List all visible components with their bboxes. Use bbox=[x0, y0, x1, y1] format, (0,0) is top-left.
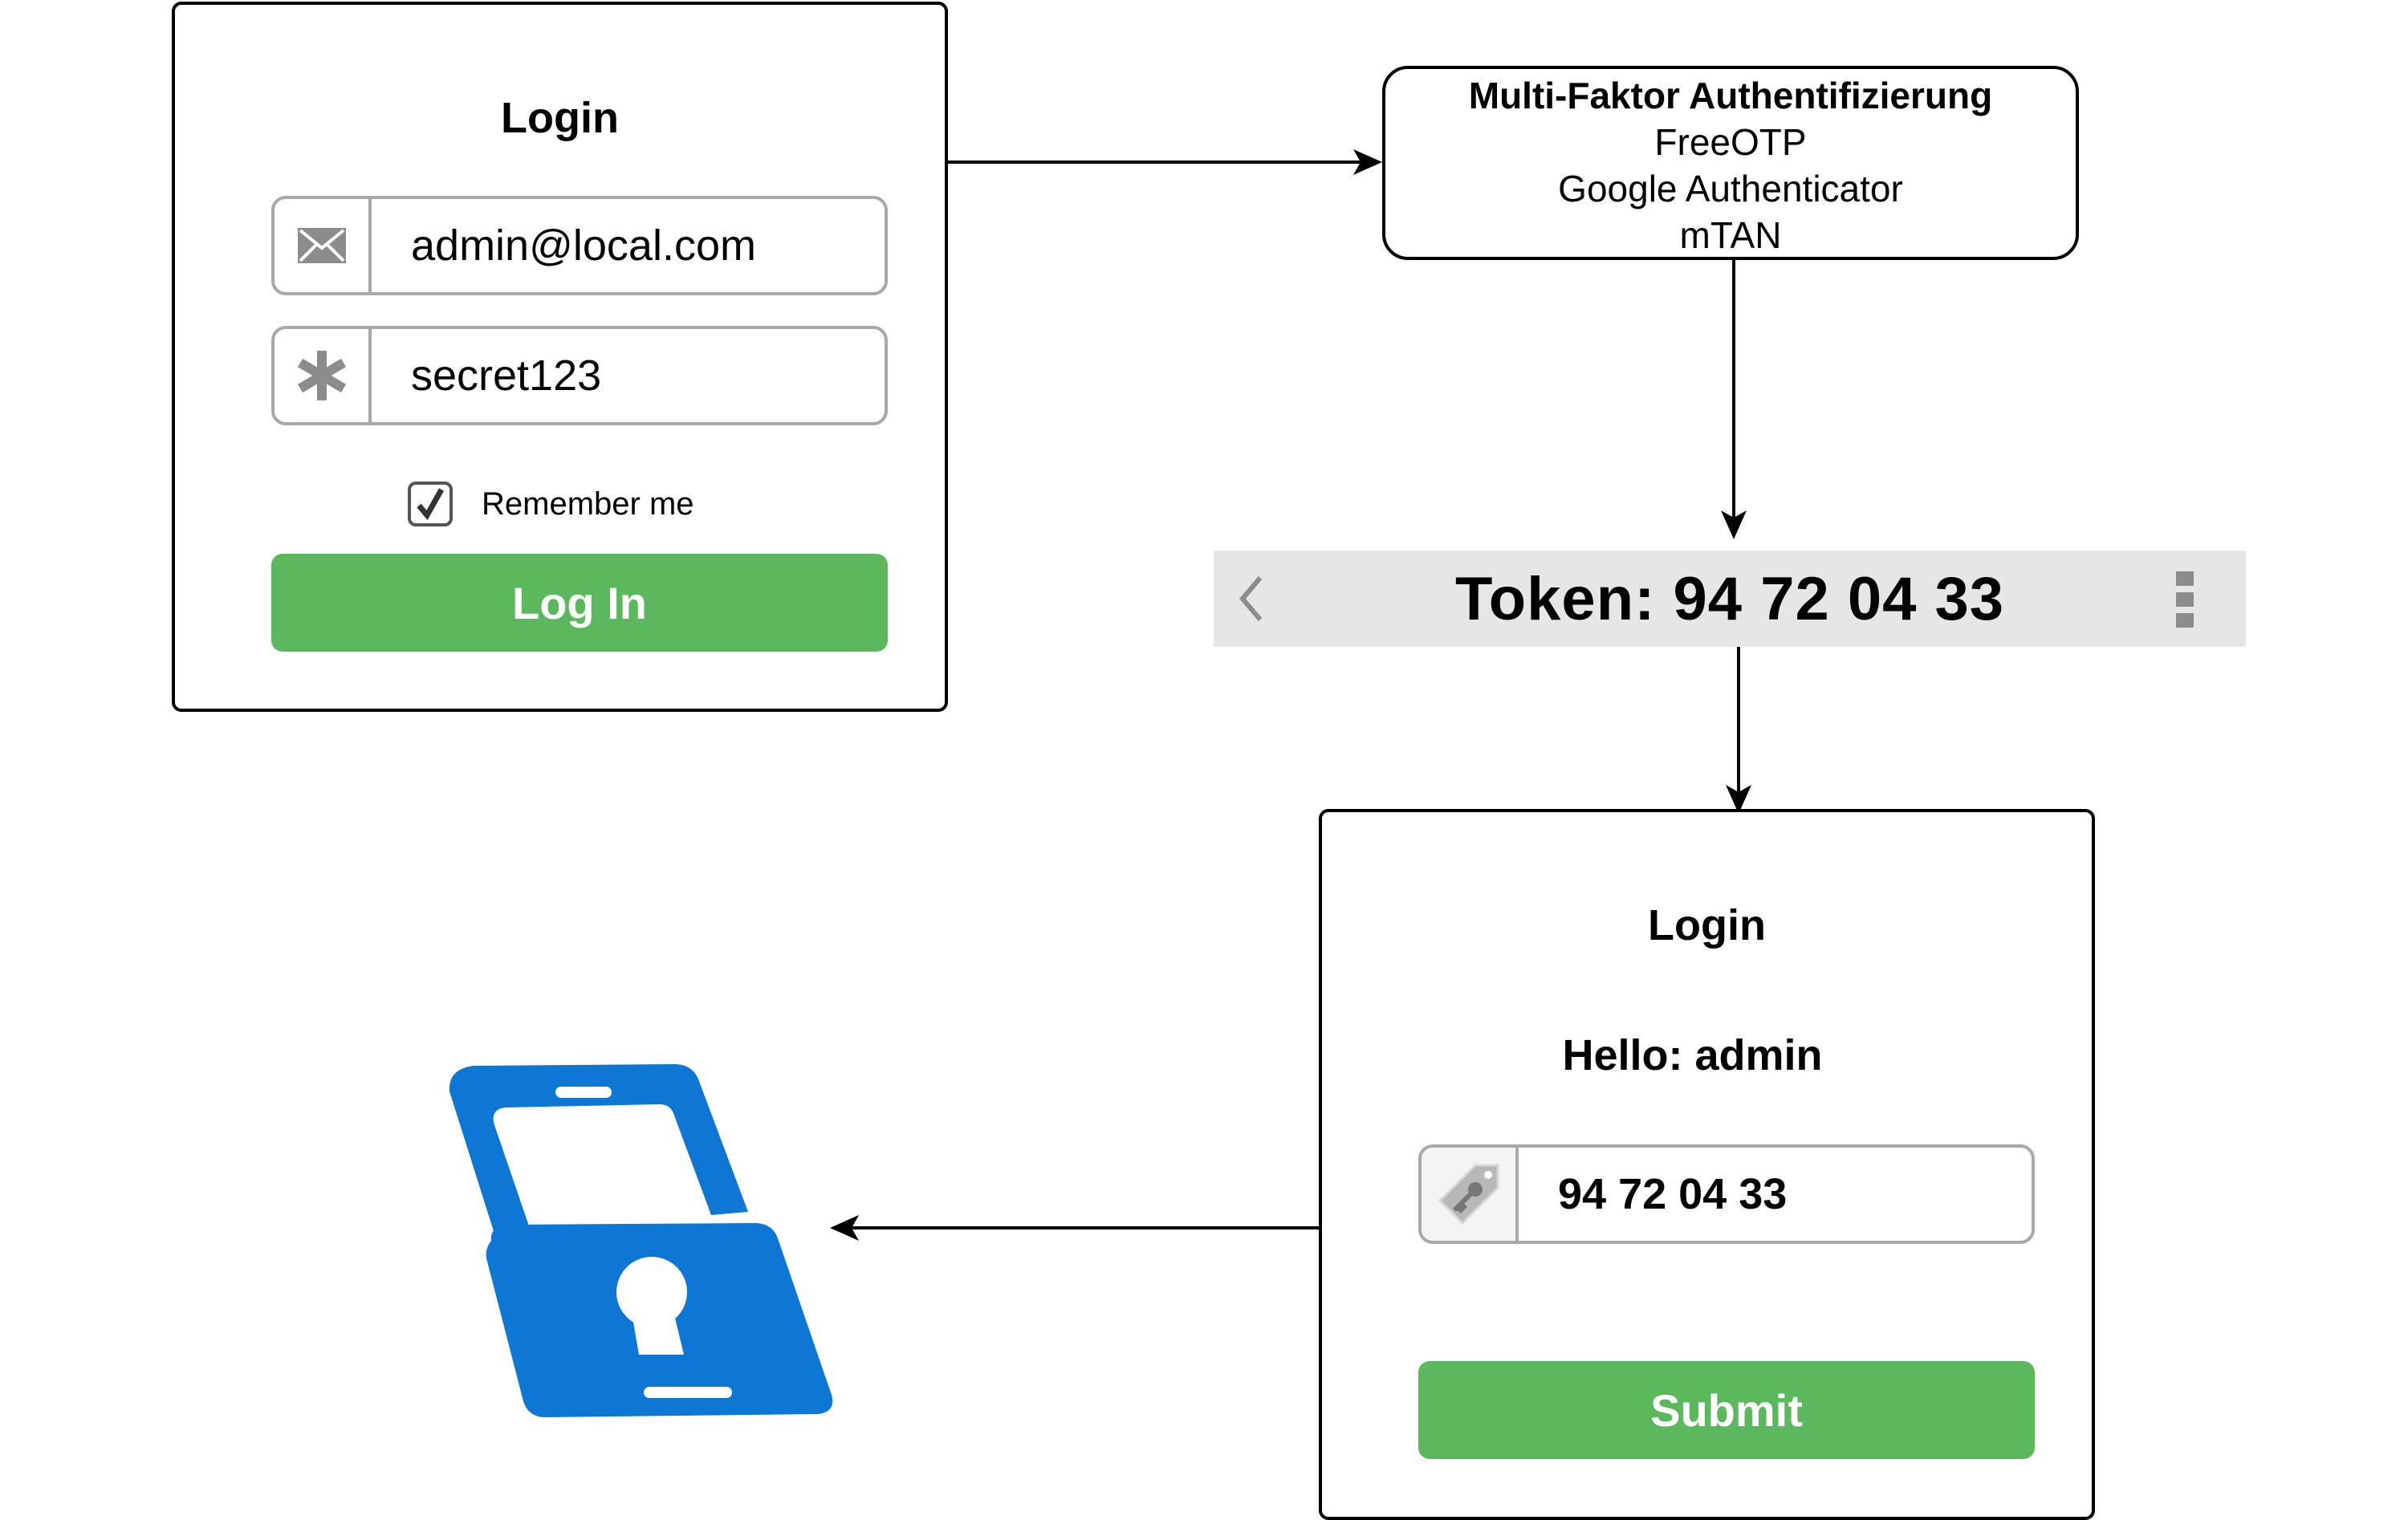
token-input-field[interactable]: 94 72 04 33 bbox=[1418, 1144, 2035, 1244]
password-icon-cell bbox=[275, 329, 372, 422]
token-icon-cell bbox=[1422, 1148, 1519, 1241]
login-button[interactable]: Log In bbox=[271, 554, 888, 652]
login-card: Login admin@local.com secret123 Remember… bbox=[172, 2, 948, 712]
token-bar: Token: 94 72 04 33 bbox=[1214, 551, 2246, 647]
remember-label: Remember me bbox=[482, 486, 694, 522]
second-login-card: Login Hello: admin 94 72 04 33 Submit bbox=[1319, 809, 2095, 1520]
greeting-text: Hello: admin bbox=[1562, 1031, 1823, 1079]
open-padlock-icon bbox=[449, 1064, 833, 1417]
remember-checkbox[interactable] bbox=[408, 482, 453, 526]
key-tag-icon bbox=[1438, 1164, 1499, 1225]
token-text: Token: 94 72 04 33 bbox=[1454, 564, 2005, 633]
mfa-option-google-authenticator: Google Authenticator bbox=[1558, 168, 1903, 209]
arrow-mfa-to-token bbox=[1721, 260, 1747, 539]
email-icon-cell bbox=[275, 199, 372, 292]
password-field[interactable]: secret123 bbox=[271, 326, 888, 425]
arrow-token-to-second-login bbox=[1726, 647, 1751, 814]
kebab-menu-icon[interactable] bbox=[2174, 570, 2195, 629]
envelope-icon bbox=[297, 228, 346, 263]
submit-button[interactable]: Submit bbox=[1418, 1361, 2035, 1459]
mfa-title: Multi-Faktor Authentifizierung bbox=[1468, 75, 1993, 116]
arrow-login-to-mfa bbox=[948, 149, 1382, 175]
mfa-option-mtan: mTAN bbox=[1679, 214, 1782, 256]
login-title: Login bbox=[501, 94, 619, 142]
checkmark-icon bbox=[417, 488, 445, 521]
mfa-option-freeotp: FreeOTP bbox=[1654, 121, 1807, 163]
second-login-title: Login bbox=[1648, 901, 1766, 949]
mfa-box: Multi-Faktor Authentifizierung FreeOTP G… bbox=[1382, 66, 2079, 260]
token-input-value: 94 72 04 33 bbox=[1558, 1170, 1788, 1218]
email-value: admin@local.com bbox=[411, 221, 756, 270]
arrow-second-login-to-lock bbox=[830, 1215, 1321, 1241]
email-field[interactable]: admin@local.com bbox=[271, 196, 888, 295]
asterisk-icon bbox=[297, 351, 346, 400]
password-value: secret123 bbox=[411, 352, 602, 400]
